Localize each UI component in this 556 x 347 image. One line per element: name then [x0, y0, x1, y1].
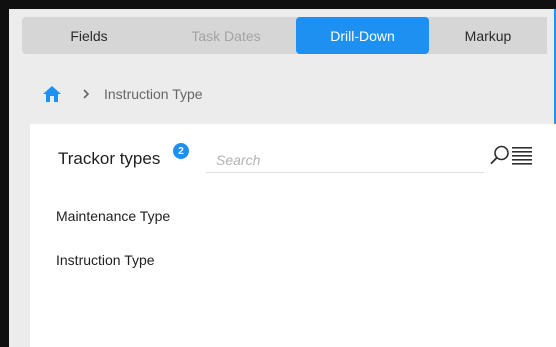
tab-drill-down[interactable]: Drill-Down — [296, 17, 429, 54]
card-title: Trackor types — [58, 149, 161, 168]
tab-task-dates[interactable]: Task Dates — [156, 17, 296, 54]
list-item-instruction-type[interactable]: Instruction Type — [56, 250, 170, 270]
trackor-types-card: Trackor types 2 Maintenance Type Instruc… — [30, 124, 556, 347]
tab-fields[interactable]: Fields — [22, 17, 156, 54]
tab-markup[interactable]: Markup — [429, 17, 547, 54]
home-icon[interactable] — [42, 85, 62, 103]
count-badge: 2 — [173, 143, 189, 159]
window-frame-top — [0, 0, 556, 9]
chevron-right-icon — [83, 89, 90, 99]
tab-bar: Fields Task Dates Drill-Down Markup — [22, 17, 547, 54]
search-input[interactable] — [206, 141, 484, 173]
list-item-maintenance-type[interactable]: Maintenance Type — [56, 206, 170, 226]
window-frame-left — [0, 0, 9, 347]
trackor-type-list: Maintenance Type Instruction Type — [56, 206, 170, 294]
breadcrumb: Instruction Type — [42, 80, 203, 108]
list-view-icon[interactable] — [512, 146, 532, 165]
breadcrumb-current[interactable]: Instruction Type — [104, 86, 203, 102]
search-icon[interactable] — [489, 144, 511, 166]
